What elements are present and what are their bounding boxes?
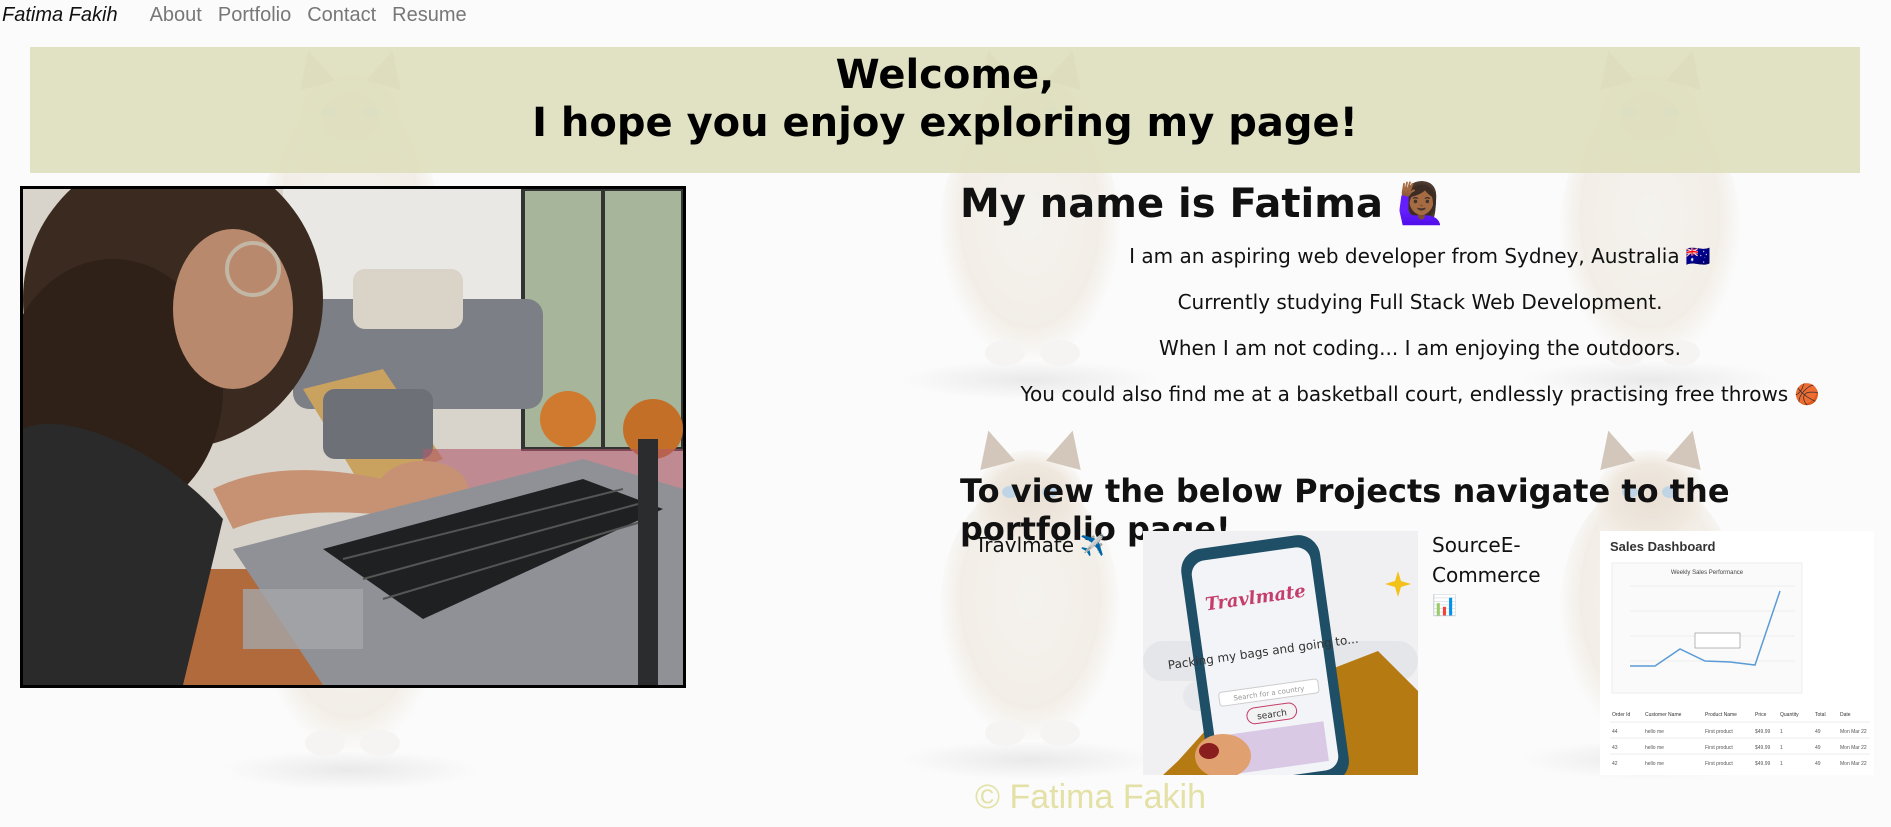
table-cell: 1	[1780, 729, 1783, 735]
welcome-banner: Welcome, I hope you enjoy exploring my p…	[30, 47, 1860, 173]
welcome-heading: Welcome, I hope you enjoy exploring my p…	[30, 47, 1860, 147]
table-header: Date	[1840, 712, 1851, 718]
intro-line: I am an aspiring web developer from Sydn…	[1129, 244, 1711, 268]
nav-link-contact[interactable]: Contact	[299, 4, 384, 27]
table-cell: First product	[1705, 745, 1733, 751]
sales-dashboard-illustration: Sales Dashboard Weekly Sales Performance…	[1600, 531, 1874, 775]
table-header: Quantity	[1780, 712, 1799, 718]
table-cell: First product	[1705, 761, 1733, 767]
travlmate-phone-illustration: Travlmate Packing my bags and going to..…	[1143, 531, 1418, 775]
top-nav: Fatima Fakih About Portfolio Contact Res…	[0, 0, 475, 30]
dashboard-title: Sales Dashboard	[1610, 539, 1716, 554]
nav-link-portfolio[interactable]: Portfolio	[210, 4, 299, 27]
project-thumbnail-sales-dashboard[interactable]: Sales Dashboard Weekly Sales Performance…	[1600, 531, 1874, 775]
project-label-travlmate[interactable]: Travlmate ✈️	[975, 530, 1105, 560]
table-cell: $49.99	[1755, 745, 1771, 751]
intro-text: I am an aspiring web developer from Sydn…	[960, 244, 1880, 428]
table-cell: 43	[1612, 745, 1618, 751]
welcome-subline: I hope you enjoy exploring my page!	[532, 100, 1358, 146]
table-cell: $49.99	[1755, 761, 1771, 767]
table-cell: 42	[1612, 761, 1618, 767]
table-header: Order Id	[1612, 712, 1631, 718]
intro-line: When I am not coding... I am enjoying th…	[1159, 336, 1681, 360]
project-thumbnail-travlmate[interactable]: Travlmate Packing my bags and going to..…	[1143, 531, 1418, 775]
intro-line: You could also find me at a basketball c…	[1020, 382, 1820, 406]
table-cell: 49	[1815, 729, 1821, 735]
table-cell: 49	[1815, 745, 1821, 751]
project-label-text: SourceE-Commerce📊	[1432, 533, 1541, 617]
intro-heading: My name is Fatima 🙋🏾‍♀️	[960, 181, 1447, 227]
intro-line: Currently studying Full Stack Web Develo…	[1177, 290, 1663, 314]
table-cell: Mon Mar 22	[1840, 761, 1867, 767]
table-cell: $49.99	[1755, 729, 1771, 735]
table-cell: Mon Mar 22	[1840, 745, 1867, 751]
table-cell: hello me	[1645, 729, 1664, 735]
page: Fatima Fakih About Portfolio Contact Res…	[0, 0, 1891, 827]
table-cell: hello me	[1645, 745, 1664, 751]
profile-photo-illustration	[23, 189, 683, 685]
footer-copyright: © Fatima Fakih	[975, 778, 1206, 816]
project-label-sourceecommerce[interactable]: SourceE-Commerce📊	[1432, 530, 1562, 620]
table-header: Product Name	[1705, 712, 1737, 718]
table-cell: 1	[1780, 761, 1783, 767]
table-header: Price	[1755, 712, 1767, 718]
table-cell: Mon Mar 22	[1840, 729, 1867, 735]
dashboard-chart-title: Weekly Sales Performance	[1671, 570, 1744, 576]
welcome-line: Welcome,	[835, 52, 1055, 98]
brand-name[interactable]: Fatima Fakih	[0, 4, 142, 27]
nav-link-about[interactable]: About	[142, 4, 210, 27]
table-cell: First product	[1705, 729, 1733, 735]
table-cell: 1	[1780, 745, 1783, 751]
table-cell: 49	[1815, 761, 1821, 767]
table-header: Customer Name	[1645, 712, 1682, 718]
profile-photo	[20, 186, 686, 688]
table-header: Total	[1815, 712, 1826, 718]
table-cell: hello me	[1645, 761, 1664, 767]
table-cell: 44	[1612, 729, 1618, 735]
nav-link-resume[interactable]: Resume	[384, 4, 474, 27]
